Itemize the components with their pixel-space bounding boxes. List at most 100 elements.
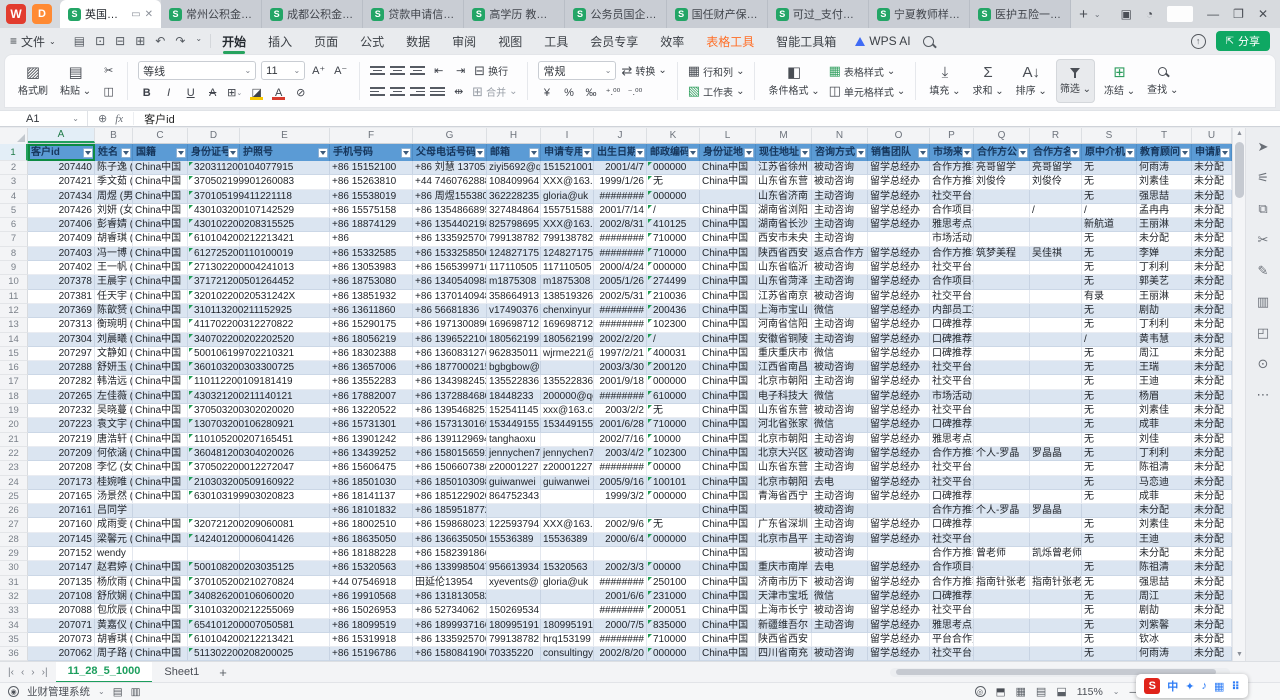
cell[interactable]: 未分配: [1192, 347, 1232, 361]
row-header[interactable]: 8: [0, 247, 28, 261]
cell[interactable]: China中国: [133, 576, 188, 590]
row-header[interactable]: 11: [0, 290, 28, 304]
cell[interactable]: [974, 590, 1030, 604]
cell[interactable]: China中国: [133, 476, 188, 490]
permille-icon[interactable]: ‰: [582, 84, 599, 101]
filter-icon[interactable]: [744, 148, 754, 158]
filter-icon[interactable]: [318, 148, 328, 158]
cell[interactable]: China中国: [700, 461, 756, 475]
cell[interactable]: China中国: [700, 161, 756, 175]
column-header-I[interactable]: I: [541, 128, 594, 143]
cell[interactable]: 留学总经办: [868, 418, 930, 432]
cell[interactable]: 00000: [647, 461, 700, 475]
cell[interactable]: [1082, 547, 1137, 561]
cell[interactable]: 207402: [28, 261, 95, 275]
cell[interactable]: 留学总经办: [868, 604, 930, 618]
cell[interactable]: 000000: [647, 490, 700, 504]
prev-sheet-icon[interactable]: ‹: [21, 667, 24, 678]
cell[interactable]: +86 13220522: [330, 404, 413, 418]
document-tab[interactable]: S宁夏教师样本.xlsx: [869, 0, 970, 28]
cell[interactable]: 留学总经办: [868, 476, 930, 490]
cell[interactable]: +86 18635050: [330, 533, 413, 547]
column-title-cell[interactable]: 邮政编码: [647, 144, 700, 161]
cell[interactable]: 207288: [28, 361, 95, 375]
cell[interactable]: 雅思考点,雅: [930, 218, 974, 232]
cell[interactable]: 未分配: [1192, 547, 1232, 561]
cell[interactable]: 2001/7/14: [594, 204, 647, 218]
system-status-icon[interactable]: ◉: [8, 686, 19, 697]
cell[interactable]: 无: [1082, 190, 1137, 204]
cell[interactable]: 无: [1082, 261, 1137, 275]
menu-tab-开始[interactable]: 开始: [211, 28, 257, 54]
cell[interactable]: [974, 647, 1030, 661]
cell[interactable]: ########: [594, 318, 647, 332]
cell[interactable]: [1030, 647, 1082, 661]
cell[interactable]: 河南省信阳: [756, 318, 812, 332]
cell[interactable]: 169698712: [541, 318, 594, 332]
cell[interactable]: 未分配: [1192, 247, 1232, 261]
cell[interactable]: m1875308: [487, 275, 541, 289]
cell[interactable]: 未分配: [1192, 647, 1232, 661]
cell[interactable]: 有录: [1082, 290, 1137, 304]
tab-smart-toolbox[interactable]: 智能工具箱: [765, 28, 847, 54]
cell[interactable]: 汤景然 (女: [95, 490, 133, 504]
cell[interactable]: /: [1082, 333, 1137, 347]
column-title-cell[interactable]: 现住地址: [756, 144, 812, 161]
cell[interactable]: [1030, 561, 1082, 575]
cell[interactable]: [974, 490, 1030, 504]
account-avatar[interactable]: [1167, 6, 1193, 22]
cell[interactable]: China中国: [700, 504, 756, 518]
cell[interactable]: 18448233: [487, 390, 541, 404]
new-tab-button[interactable]: +⌄: [1071, 6, 1108, 23]
zoom-dropdown-icon[interactable]: ⌄: [1113, 687, 1120, 696]
cell[interactable]: +86 19713008901: [413, 318, 487, 332]
cell[interactable]: China中国: [133, 190, 188, 204]
column-header-F[interactable]: F: [330, 128, 413, 143]
filter-icon[interactable]: [529, 148, 539, 158]
cell[interactable]: 未分配: [1192, 275, 1232, 289]
cell[interactable]: 任天宇 (女: [95, 290, 133, 304]
ime-lang-icon[interactable]: 中: [1167, 678, 1178, 694]
insert-function-icon[interactable]: ⊕: [98, 112, 107, 125]
cell[interactable]: 310113200211152925: [188, 304, 240, 318]
cell[interactable]: 122593794: [487, 518, 541, 532]
cell[interactable]: 北京市朝阳: [756, 375, 812, 389]
cell[interactable]: 微信: [812, 590, 868, 604]
cell[interactable]: 207381: [28, 290, 95, 304]
document-tab[interactable]: S公务员国企事业单位: [565, 0, 666, 28]
cell[interactable]: China中国: [133, 518, 188, 532]
filter-icon[interactable]: [918, 148, 928, 158]
cell[interactable]: +86 13911296943: [413, 433, 487, 447]
cell[interactable]: [756, 547, 812, 561]
cell[interactable]: +86 15319918: [330, 633, 413, 647]
filter-icon[interactable]: [83, 148, 93, 158]
cell[interactable]: 2002/9/6: [594, 518, 647, 532]
column-header-T[interactable]: T: [1137, 128, 1192, 143]
cell[interactable]: 无: [1082, 576, 1137, 590]
cell[interactable]: 2001/9/18: [594, 375, 647, 389]
cell[interactable]: 500106199702210321: [188, 347, 240, 361]
cell[interactable]: 社交平台,/: [930, 190, 974, 204]
cell[interactable]: +86 13439252: [330, 447, 413, 461]
number-format-select[interactable]: 常规⌄: [538, 61, 616, 80]
help-icon[interactable]: ⊙: [1258, 357, 1269, 371]
cell[interactable]: 重庆市南岸: [756, 561, 812, 575]
cell[interactable]: 主动咨询: [812, 533, 868, 547]
cell[interactable]: 去电: [812, 476, 868, 490]
cell[interactable]: 210303200509160922: [188, 476, 240, 490]
pen-annotate-icon[interactable]: ✎: [1258, 264, 1269, 278]
sheet-tab-11_28_5_1000[interactable]: 11_28_5_1000: [56, 662, 153, 683]
filter-button[interactable]: 筛选 ⌄: [1056, 59, 1095, 103]
cell[interactable]: [868, 232, 930, 246]
bold-button[interactable]: B: [138, 84, 155, 101]
cell[interactable]: 150269534: [487, 604, 541, 618]
cell[interactable]: +86 15332585: [330, 247, 413, 261]
cell[interactable]: 2001/4/7: [594, 161, 647, 175]
cell[interactable]: 陈歆赟 (女: [95, 304, 133, 318]
cell[interactable]: 15536389: [487, 533, 541, 547]
cell[interactable]: 刘素佳: [1137, 518, 1192, 532]
cell[interactable]: 社交平台,/: [930, 647, 974, 661]
cell[interactable]: [974, 290, 1030, 304]
cell[interactable]: jennychen7: [487, 447, 541, 461]
cell[interactable]: [1030, 261, 1082, 275]
